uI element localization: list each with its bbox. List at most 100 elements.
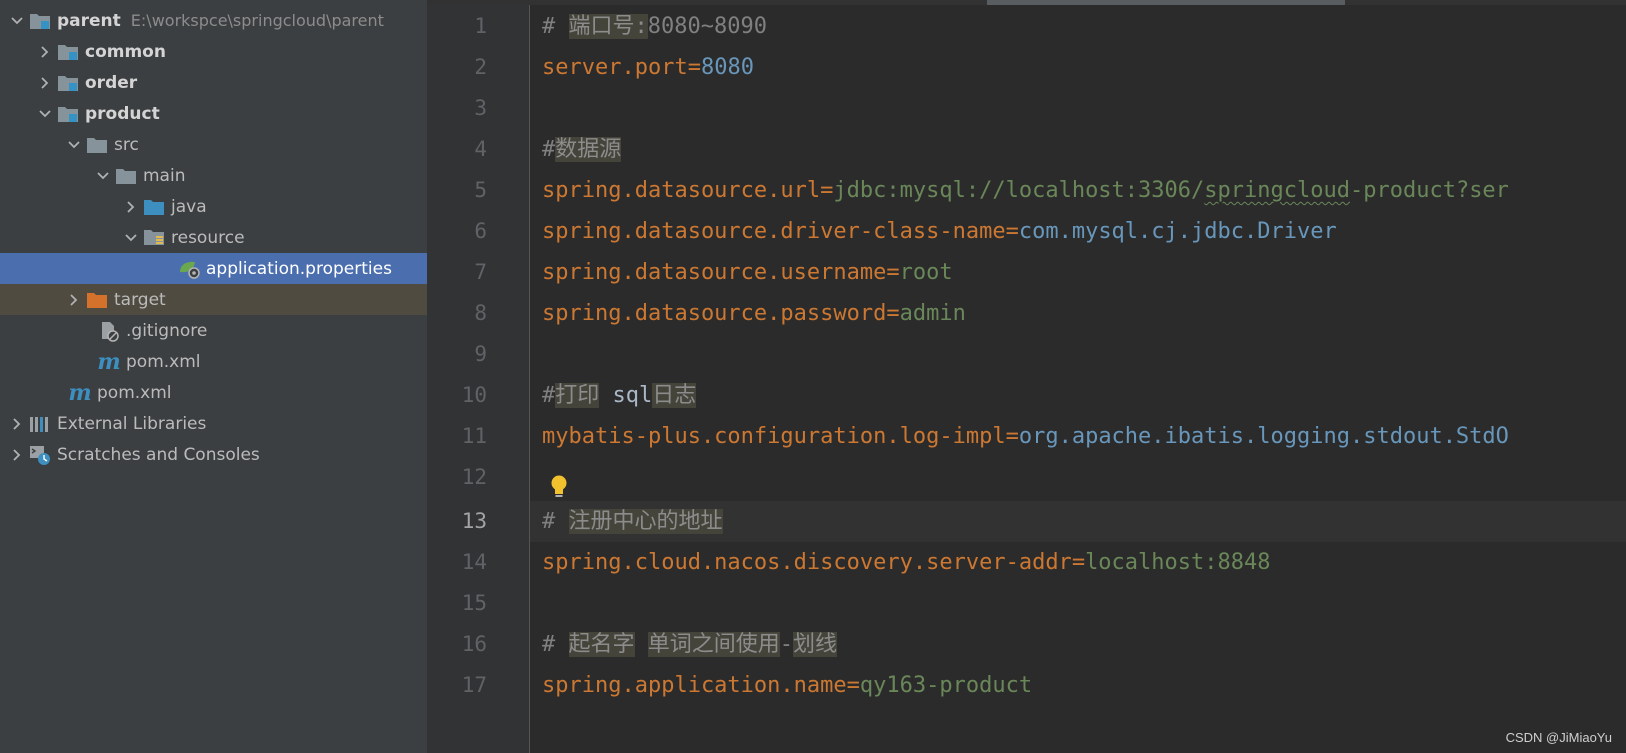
tree-item-label: main	[143, 165, 186, 186]
folder-icon	[114, 160, 138, 191]
tree-item-external-libraries[interactable]: External Libraries	[0, 408, 427, 439]
code-line-comment[interactable]: # 注册中心的地址	[542, 501, 723, 542]
module-folder-icon	[56, 36, 80, 67]
property-separator: =	[820, 178, 834, 203]
tree-item-label: External Libraries	[57, 413, 207, 434]
code-line-property[interactable]: server.port=8080	[542, 47, 754, 88]
code-editor[interactable]: 1 2 3 4 5 6 7 8 9 10 11 12 13 14 15 16 1…	[427, 0, 1626, 753]
code-line-comment[interactable]: # 端口号:8080~8090	[542, 6, 767, 47]
property-key: mybatis-plus.configuration.log-impl	[542, 424, 1006, 449]
property-key: spring.cloud.nacos.discovery.server-addr	[542, 550, 1072, 575]
property-value: localhost:8848	[1085, 550, 1271, 575]
tree-item-resource[interactable]: resource	[0, 222, 427, 253]
tree-item-label: .gitignore	[126, 320, 208, 341]
chevron-down-icon[interactable]	[63, 129, 85, 160]
scrollbar-thumb[interactable]	[987, 0, 1345, 5]
comment-text: 起名字	[568, 632, 635, 657]
comment-text: 注册中心的地址	[568, 509, 723, 534]
property-value: admin	[899, 301, 966, 326]
property-value: org.apache.ibatis.logging.stdout.StdO	[1018, 424, 1509, 449]
tree-item-label: pom.xml	[126, 351, 201, 372]
comment-text	[635, 632, 648, 657]
chevron-right-icon[interactable]	[34, 36, 56, 67]
property-separator: =	[1071, 550, 1086, 575]
scratches-icon	[28, 439, 52, 470]
property-value: -product?ser	[1349, 178, 1509, 203]
line-number: 16	[461, 632, 487, 656]
property-separator: =	[1005, 424, 1019, 449]
folder-icon	[85, 129, 109, 160]
resource-folder-icon	[142, 222, 166, 253]
property-key: server.port	[542, 55, 688, 80]
tree-item-java[interactable]: java	[0, 191, 427, 222]
line-number: 5	[474, 178, 487, 202]
line-number: 12	[461, 465, 487, 489]
line-number: 2	[474, 55, 487, 79]
property-value: com.mysql.cj.jdbc.Driver	[1018, 219, 1337, 244]
properties-file-icon	[177, 253, 201, 284]
horizontal-scrollbar[interactable]	[427, 0, 1626, 5]
tree-item-product[interactable]: product	[0, 98, 427, 129]
chevron-right-icon[interactable]	[63, 284, 85, 315]
tree-item-gitignore[interactable]: .gitignore	[0, 315, 427, 346]
chevron-down-icon[interactable]	[92, 160, 114, 191]
comment-prefix: #	[542, 509, 569, 534]
property-value: root	[899, 260, 953, 285]
module-folder-icon	[56, 67, 80, 98]
tree-item-label: order	[85, 72, 138, 93]
property-value: jdbc:mysql://localhost:3306/	[833, 178, 1205, 203]
maven-file-icon: m	[97, 348, 121, 375]
chevron-right-icon[interactable]	[6, 408, 28, 439]
code-line-property[interactable]: spring.datasource.password=admin	[542, 293, 966, 334]
source-folder-icon	[142, 191, 166, 222]
property-key: spring.datasource.url	[542, 178, 821, 203]
tree-item-label: Scratches and Consoles	[57, 444, 260, 465]
tree-item-parent[interactable]: parent E:\workspce\springcloud\parent	[0, 5, 427, 36]
code-line-property[interactable]: spring.application.name=qy163-product	[542, 665, 1032, 706]
chevron-right-icon[interactable]	[120, 191, 142, 222]
property-key: spring.application.name	[542, 673, 847, 698]
chevron-down-icon[interactable]	[6, 5, 28, 36]
property-separator: =	[886, 301, 900, 326]
line-number: 7	[474, 260, 487, 284]
code-line-property[interactable]: spring.datasource.driver-class-name=com.…	[542, 211, 1337, 252]
code-line-property[interactable]: spring.cloud.nacos.discovery.server-addr…	[542, 542, 1271, 583]
code-line-comment[interactable]: #打印 sql日志	[542, 375, 697, 416]
code-line-property[interactable]: spring.datasource.url=jdbc:mysql://local…	[542, 170, 1509, 211]
property-value: 8080	[700, 55, 754, 80]
chevron-down-icon[interactable]	[120, 222, 142, 253]
line-number: 6	[474, 219, 487, 243]
gutter-divider	[529, 0, 530, 753]
property-separator: =	[687, 55, 701, 80]
code-line-comment[interactable]: # 起名字 单词之间使用-划线	[542, 624, 838, 665]
tree-item-label: src	[114, 134, 139, 155]
property-separator: =	[886, 260, 900, 285]
property-value: qy163-product	[859, 673, 1033, 698]
tree-item-common[interactable]: common	[0, 36, 427, 67]
tree-item-pom-parent[interactable]: m pom.xml	[0, 377, 427, 408]
chevron-right-icon[interactable]	[6, 439, 28, 470]
line-number: 3	[474, 96, 487, 120]
comment-prefix: #	[542, 14, 569, 39]
tree-item-scratches[interactable]: Scratches and Consoles	[0, 439, 427, 470]
tree-item-order[interactable]: order	[0, 67, 427, 98]
tree-item-pom-product[interactable]: m pom.xml	[0, 346, 427, 377]
line-number: 15	[461, 591, 487, 615]
tree-item-label: application.properties	[206, 258, 392, 279]
code-line-comment[interactable]: #数据源	[542, 129, 622, 170]
lightbulb-icon[interactable]	[549, 474, 569, 500]
line-number: 11	[461, 424, 487, 448]
comment-text: 端口号:	[568, 14, 648, 39]
chevron-down-icon[interactable]	[34, 98, 56, 129]
line-number: 8	[474, 301, 487, 325]
code-line-property[interactable]: spring.datasource.username=root	[542, 252, 953, 293]
tree-item-src[interactable]: src	[0, 129, 427, 160]
tree-item-main[interactable]: main	[0, 160, 427, 191]
comment-text: 8080~8090	[647, 14, 767, 39]
chevron-right-icon[interactable]	[34, 67, 56, 98]
project-tree-panel: parent E:\workspce\springcloud\parent co…	[0, 0, 427, 753]
comment-text: 划线	[793, 632, 838, 657]
tree-item-target[interactable]: target	[0, 284, 427, 315]
tree-item-application-properties[interactable]: application.properties	[0, 253, 427, 284]
code-line-property[interactable]: mybatis-plus.configuration.log-impl=org.…	[542, 416, 1509, 457]
